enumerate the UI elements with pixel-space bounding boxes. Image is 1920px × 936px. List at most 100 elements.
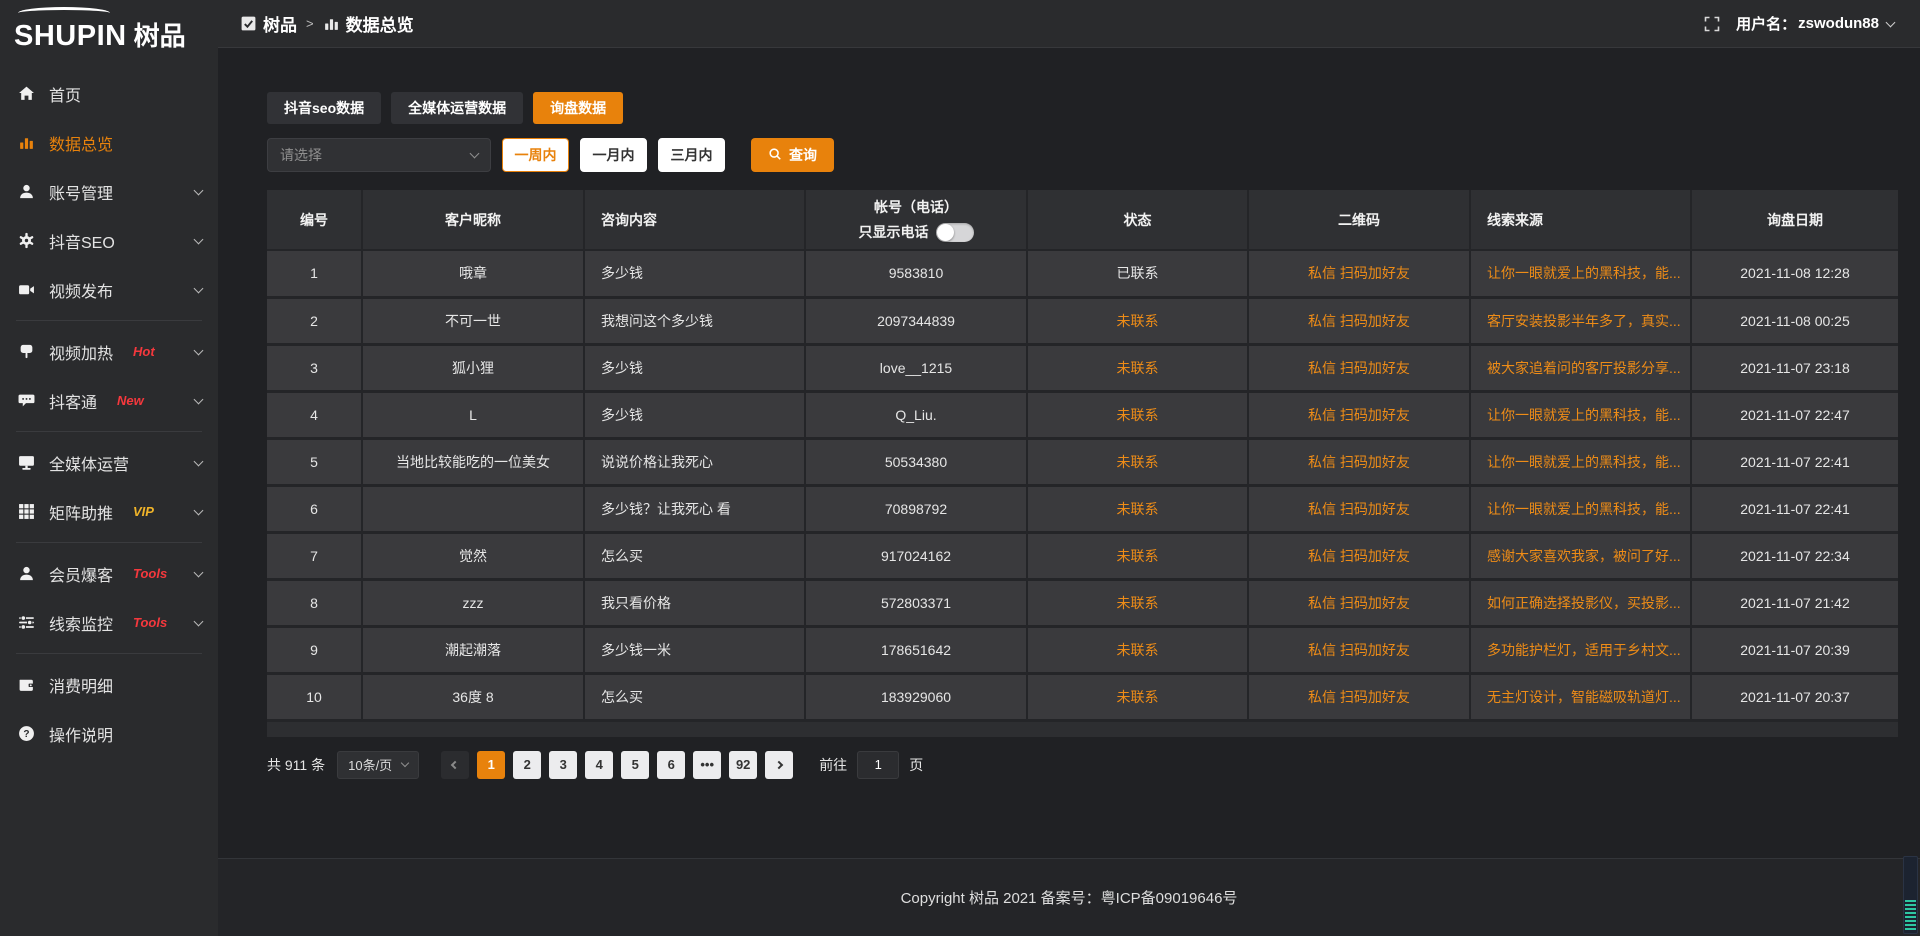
chevron-right-icon bbox=[775, 760, 783, 768]
cell-qr-links[interactable]: 私信 扫码加好友 bbox=[1248, 485, 1470, 532]
cell-source-link[interactable]: 让你一眼就爱上的黑科技，能... bbox=[1470, 250, 1691, 297]
sidebar-item-account[interactable]: 账号管理 bbox=[0, 167, 218, 216]
range-button-week[interactable]: 一周内 bbox=[502, 138, 569, 172]
sidebar-item-media-ops[interactable]: 全媒体运营 bbox=[0, 438, 218, 487]
cell-qr-links[interactable]: 私信 扫码加好友 bbox=[1248, 391, 1470, 438]
cell-qr-links[interactable]: 私信 扫码加好友 bbox=[1248, 344, 1470, 391]
cell-source-link[interactable]: 如何正确选择投影仪，买投影... bbox=[1470, 579, 1691, 626]
search-icon bbox=[768, 147, 782, 164]
page-button-6[interactable]: 6 bbox=[657, 751, 685, 779]
goto-unit: 页 bbox=[909, 755, 923, 775]
sidebar-item-label: 消费明细 bbox=[49, 673, 113, 697]
prev-page-button[interactable] bbox=[441, 751, 469, 779]
sidebar-item-help[interactable]: ?操作说明 bbox=[0, 709, 218, 758]
sidebar-item-video-publish[interactable]: 视频发布 bbox=[0, 265, 218, 314]
cell-nickname: 哦章 bbox=[362, 250, 584, 297]
cell-qr-links[interactable]: 私信 扫码加好友 bbox=[1248, 297, 1470, 344]
tab-media-ops-data[interactable]: 全媒体运营数据 bbox=[391, 92, 523, 124]
cell-content: 怎么买 bbox=[584, 673, 805, 720]
next-page-button[interactable] bbox=[765, 751, 793, 779]
cell-source-link[interactable]: 被大家追着问的客厅投影分享... bbox=[1470, 344, 1691, 391]
cell-source-link[interactable]: 客厅安装投影半年多了，真实... bbox=[1470, 297, 1691, 344]
tab-inquiry-data[interactable]: 询盘数据 bbox=[533, 92, 623, 124]
breadcrumb-label: 数据总览 bbox=[346, 11, 414, 36]
cell-source-link[interactable]: 感谢大家喜欢我家，被问了好... bbox=[1470, 532, 1691, 579]
logo-text-en: SHUPIN bbox=[14, 20, 127, 53]
cell-source-link[interactable]: 让你一眼就爱上的黑科技，能... bbox=[1470, 391, 1691, 438]
sidebar-item-expense[interactable]: 消费明细 bbox=[0, 660, 218, 709]
user-icon bbox=[18, 183, 35, 200]
copyright-text: Copyright 树品 2021 备案号：粤ICP备09019646号 bbox=[901, 887, 1238, 908]
cell-account: 9583810 bbox=[805, 250, 1027, 297]
sidebar: SHUPIN 树品 首页数据总览账号管理抖音SEO视频发布视频加热Hot抖客通N… bbox=[0, 0, 218, 936]
home-icon bbox=[18, 85, 35, 102]
more-pages-button[interactable]: ••• bbox=[693, 751, 721, 779]
page-button-2[interactable]: 2 bbox=[513, 751, 541, 779]
table-row: 2不可一世我想问这个多少钱2097344839未联系私信 扫码加好友客厅安装投影… bbox=[267, 297, 1898, 344]
column-header-no: 编号 bbox=[267, 190, 362, 250]
inquiry-table: 编号客户昵称咨询内容帐号（电话）只显示电话状态二维码线索来源询盘日期 1哦章多少… bbox=[267, 190, 1898, 722]
page-size-select[interactable]: 10条/页 bbox=[337, 751, 419, 779]
cell-date: 2021-11-07 21:42 bbox=[1691, 579, 1898, 626]
sidebar-divider bbox=[16, 320, 202, 321]
chat-icon bbox=[18, 392, 35, 409]
page-button-3[interactable]: 3 bbox=[549, 751, 577, 779]
table-header-row: 编号客户昵称咨询内容帐号（电话）只显示电话状态二维码线索来源询盘日期 bbox=[267, 190, 1898, 250]
cell-source-link[interactable]: 多功能护栏灯，适用于乡村文... bbox=[1470, 626, 1691, 673]
breadcrumb-item-overview[interactable]: 数据总览 bbox=[323, 11, 414, 36]
cell-qr-links[interactable]: 私信 扫码加好友 bbox=[1248, 579, 1470, 626]
cell-account: love__1215 bbox=[805, 344, 1027, 391]
sidebar-item-home[interactable]: 首页 bbox=[0, 69, 218, 118]
chevron-down-icon bbox=[194, 345, 204, 355]
range-button-quarter[interactable]: 三月内 bbox=[658, 138, 725, 172]
cell-qr-links[interactable]: 私信 扫码加好友 bbox=[1248, 250, 1470, 297]
goto-page-input[interactable] bbox=[857, 751, 899, 779]
cell-content: 说说价格让我死心 bbox=[584, 438, 805, 485]
search-button[interactable]: 查询 bbox=[751, 138, 834, 172]
cell-date: 2021-11-07 22:34 bbox=[1691, 532, 1898, 579]
sidebar-item-matrix-boost[interactable]: 矩阵助推 VIP bbox=[0, 487, 218, 536]
table-row: 1哦章多少钱9583810已联系私信 扫码加好友让你一眼就爱上的黑科技，能...… bbox=[267, 250, 1898, 297]
sidebar-item-label: 矩阵助推 bbox=[49, 500, 113, 524]
user-menu[interactable]: 用户名：zswodun88 bbox=[1736, 13, 1894, 34]
sidebar-item-overview[interactable]: 数据总览 bbox=[0, 118, 218, 167]
cell-source-link[interactable]: 让你一眼就爱上的黑科技，能... bbox=[1470, 438, 1691, 485]
sidebar-item-label: 操作说明 bbox=[49, 722, 113, 746]
fullscreen-icon[interactable] bbox=[1704, 16, 1720, 32]
cell-status: 已联系 bbox=[1027, 250, 1248, 297]
page-button-92[interactable]: 92 bbox=[729, 751, 757, 779]
page-button-1[interactable]: 1 bbox=[477, 751, 505, 779]
sidebar-item-video-heat[interactable]: 视频加热Hot bbox=[0, 327, 218, 376]
phone-only-row: 只显示电话 bbox=[806, 222, 1026, 242]
phone-only-toggle[interactable] bbox=[936, 223, 974, 242]
cell-no: 8 bbox=[267, 579, 362, 626]
cell-qr-links[interactable]: 私信 扫码加好友 bbox=[1248, 673, 1470, 720]
page-button-4[interactable]: 4 bbox=[585, 751, 613, 779]
cell-qr-links[interactable]: 私信 扫码加好友 bbox=[1248, 438, 1470, 485]
cell-qr-links[interactable]: 私信 扫码加好友 bbox=[1248, 626, 1470, 673]
cell-nickname: 觉然 bbox=[362, 532, 584, 579]
sidebar-item-douyin-seo[interactable]: 抖音SEO bbox=[0, 216, 218, 265]
cell-content: 我只看价格 bbox=[584, 579, 805, 626]
cell-qr-links[interactable]: 私信 扫码加好友 bbox=[1248, 532, 1470, 579]
cell-status: 未联系 bbox=[1027, 626, 1248, 673]
sidebar-divider bbox=[16, 653, 202, 654]
breadcrumb-item-shupin[interactable]: 树品 bbox=[240, 11, 297, 36]
range-button-month[interactable]: 一月内 bbox=[580, 138, 647, 172]
cell-source-link[interactable]: 无主灯设计，智能磁吸轨道灯... bbox=[1470, 673, 1691, 720]
cell-no: 5 bbox=[267, 438, 362, 485]
sliders-icon bbox=[18, 614, 35, 631]
devtools-mini-widget bbox=[1903, 856, 1918, 934]
sidebar-item-doukotong[interactable]: 抖客通New bbox=[0, 376, 218, 425]
expense-icon bbox=[18, 676, 35, 693]
cell-content: 我想问这个多少钱 bbox=[584, 297, 805, 344]
cell-source-link[interactable]: 让你一眼就爱上的黑科技，能... bbox=[1470, 485, 1691, 532]
page-button-5[interactable]: 5 bbox=[621, 751, 649, 779]
sidebar-item-leads-monitor[interactable]: 线索监控Tools bbox=[0, 598, 218, 647]
account-select[interactable]: 请选择 bbox=[267, 138, 491, 172]
app-logo: SHUPIN 树品 bbox=[0, 0, 218, 55]
sidebar-item-member-burst[interactable]: 会员爆客Tools bbox=[0, 549, 218, 598]
sidebar-badge: VIP bbox=[133, 504, 154, 519]
tab-douyin-seo-data[interactable]: 抖音seo数据 bbox=[267, 92, 381, 124]
table-row: 9潮起潮落多少钱一米178651642未联系私信 扫码加好友多功能护栏灯，适用于… bbox=[267, 626, 1898, 673]
